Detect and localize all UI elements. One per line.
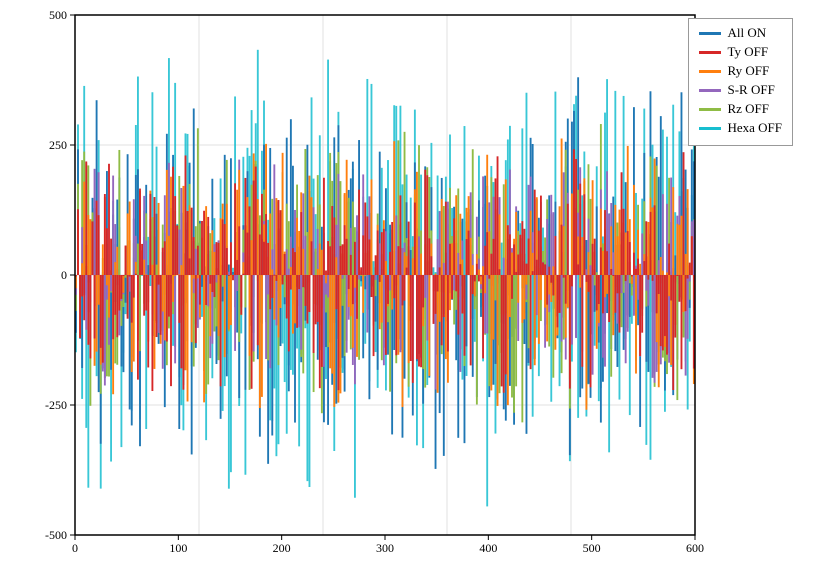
svg-text:-500: -500 — [45, 528, 67, 542]
legend-item-all-on: All ON — [699, 25, 782, 41]
legend-item-s-r-off: S-R OFF — [699, 82, 782, 98]
svg-text:-250: -250 — [45, 398, 67, 412]
chart-legend: All ON Ty OFF Ry OFF S-R OFF Rz OFF Hexa OFF — [688, 18, 793, 146]
svg-text:600: 600 — [686, 541, 704, 555]
svg-text:500: 500 — [583, 541, 601, 555]
legend-item-hexa-off: Hexa OFF — [699, 120, 782, 136]
svg-text:0: 0 — [61, 268, 67, 282]
svg-text:500: 500 — [49, 8, 67, 22]
svg-text:250: 250 — [49, 138, 67, 152]
svg-text:0: 0 — [72, 541, 78, 555]
legend-item-ty-off: Ty OFF — [699, 44, 782, 60]
legend-item-rz-off: Rz OFF — [699, 101, 782, 117]
legend-item-ry-off: Ry OFF — [699, 63, 782, 79]
svg-text:400: 400 — [479, 541, 497, 555]
chart-container: -500 -250 0 250 500 0 100 200 300 400 500 600 All O… — [0, 0, 821, 584]
svg-text:200: 200 — [273, 541, 291, 555]
svg-text:300: 300 — [376, 541, 394, 555]
svg-text:100: 100 — [169, 541, 187, 555]
